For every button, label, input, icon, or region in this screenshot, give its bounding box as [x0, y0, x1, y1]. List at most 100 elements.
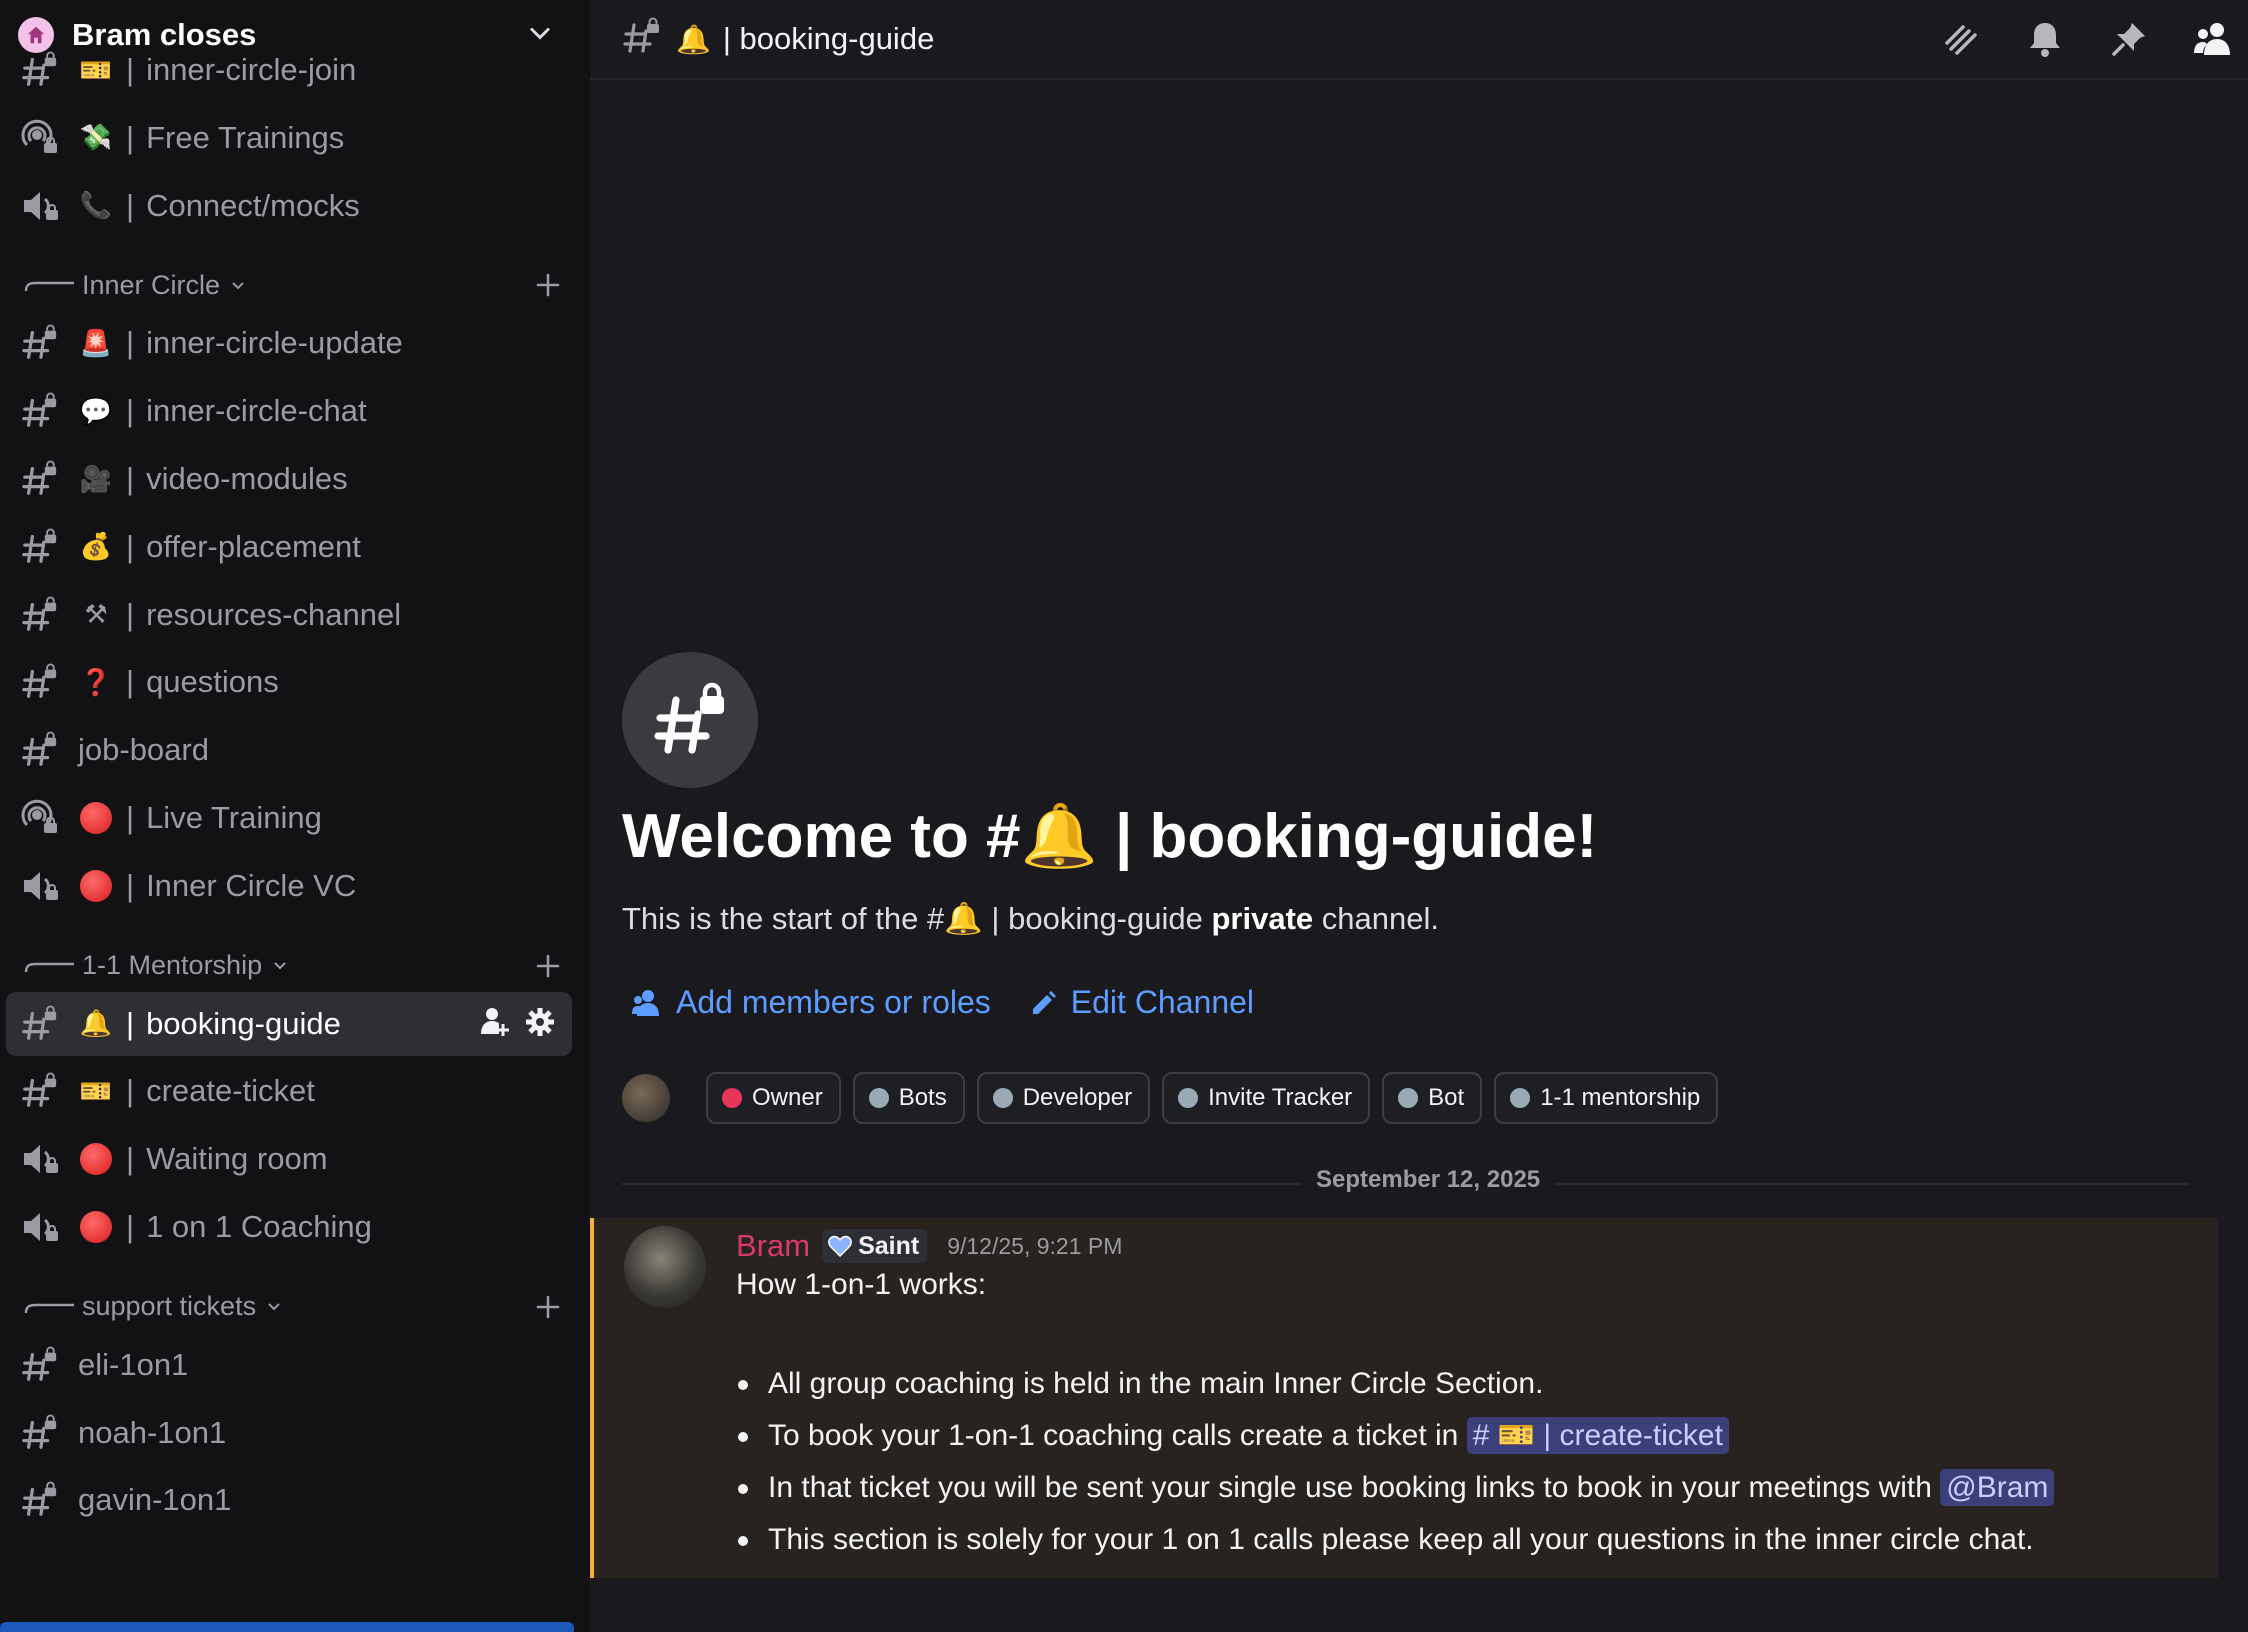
channel-questions[interactable]: ❓ | questions: [6, 650, 572, 714]
invite-member-icon[interactable]: [478, 1006, 510, 1046]
avatar[interactable]: [622, 1074, 670, 1122]
message-header: Bram Saint 9/12/25, 9:21 PM: [736, 1228, 1122, 1264]
welcome-sub-suffix: channel.: [1313, 901, 1439, 936]
list-item: All group coaching is held in the main I…: [736, 1358, 2054, 1410]
channel-label: Live Training: [146, 800, 322, 835]
channel-job-board[interactable]: job-board: [6, 718, 572, 782]
channel-inner-circle-chat[interactable]: 💬 | inner-circle-chat: [6, 379, 572, 443]
add-channel-icon[interactable]: [532, 1291, 564, 1323]
message-first-line: How 1-on-1 works:: [736, 1268, 987, 1301]
channel-label: job-board: [78, 732, 209, 768]
channel-emoji: [78, 800, 114, 836]
channel-1-on-1-coaching[interactable]: | 1 on 1 Coaching: [6, 1195, 572, 1259]
channel-label: inner-circle-update: [146, 325, 403, 361]
edit-channel-button[interactable]: Edit Channel: [1029, 984, 1254, 1021]
welcome-sub-private: private: [1211, 901, 1314, 936]
add-channel-icon[interactable]: [532, 950, 564, 982]
channel-noah-1on1[interactable]: noah-1on1: [6, 1401, 572, 1465]
category-support-tickets[interactable]: support tickets: [24, 1285, 564, 1329]
bell-icon[interactable]: [2020, 14, 2070, 64]
channel-separator: |: [126, 187, 135, 223]
channel-label: Waiting room: [146, 1141, 328, 1177]
role-name: Bot: [1428, 1084, 1465, 1111]
threads-icon[interactable]: [1936, 14, 1986, 64]
role-color-dot: [1398, 1088, 1419, 1108]
channel-free-trainings[interactable]: 💸 | Free Trainings: [6, 106, 572, 170]
channel-emoji: [78, 868, 114, 904]
add-channel-icon[interactable]: [532, 269, 564, 301]
channel-inner-circle-join[interactable]: 🎫 | inner-circle-join: [6, 38, 572, 102]
role-name: 1-1 mentorship: [1540, 1084, 1701, 1111]
hashtag-lock-icon: [18, 389, 62, 433]
avatar[interactable]: [624, 1226, 706, 1308]
channel-resources-channel[interactable]: ⚒ | resources-channel: [6, 583, 572, 647]
welcome-actions: Add members or roles Edit Channel: [632, 984, 1254, 1021]
channel-connect-mocks[interactable]: 📞 | Connect/mocks: [6, 174, 572, 238]
mention[interactable]: @Bram: [1940, 1469, 2055, 1506]
welcome-title-prefix: Welcome to #: [622, 802, 1021, 871]
mention[interactable]: # 🎫 | create-ticket: [1466, 1417, 1729, 1454]
channel-create-ticket[interactable]: 🎫 | create-ticket: [6, 1059, 572, 1123]
role-name: Bots: [898, 1084, 947, 1111]
channel-emoji: ❓: [79, 666, 113, 697]
members-icon[interactable]: [2188, 14, 2238, 64]
welcome-subtitle: This is the start of the #🔔 | booking-gu…: [622, 900, 1439, 937]
channel-video-modules[interactable]: 🎥 | video-modules: [6, 447, 572, 511]
role-chip[interactable]: 1-1 mentorship: [1494, 1072, 1719, 1124]
channel-label: offer-placement: [146, 528, 361, 564]
add-members-label: Add members or roles: [676, 984, 991, 1020]
message-timestamp: 9/12/25, 9:21 PM: [947, 1232, 1123, 1259]
channel-emoji: 🎫: [79, 1075, 113, 1106]
channel-separator: |: [126, 1141, 135, 1177]
channel-waiting-room[interactable]: | Waiting room: [6, 1127, 572, 1191]
hashtag-lock-icon: [18, 1069, 62, 1113]
channel-inner-circle-vc[interactable]: | Inner Circle VC: [6, 854, 572, 918]
channel-emoji: 📞: [79, 190, 113, 221]
channel-booking-guide[interactable]: 🔔 | booking-guide: [6, 991, 572, 1056]
role-color-dot: [722, 1088, 742, 1108]
channel-label: Free Trainings: [146, 119, 345, 155]
edit-channel-label: Edit Channel: [1070, 984, 1255, 1020]
channel-live-training[interactable]: | Live Training: [6, 786, 572, 850]
category-branch-icon: [24, 282, 74, 292]
channel-label: inner-circle-chat: [146, 393, 367, 429]
date-divider-label: September 12, 2025: [1300, 1166, 1557, 1194]
channel-offer-placement[interactable]: 💰 | offer-placement: [6, 515, 572, 579]
role-chip[interactable]: Invite Tracker: [1162, 1072, 1371, 1124]
discord-app: Bram closes 🎫 | inner-circle-join 💸 | Free Tr…: [0, 0, 2248, 1632]
gear-icon[interactable]: [524, 1006, 556, 1046]
channel-emoji: ⚒: [84, 599, 108, 630]
role-chip[interactable]: Bot: [1382, 1072, 1483, 1124]
message[interactable]: Bram Saint 9/12/25, 9:21 PM How 1-on-1 w…: [590, 1218, 2218, 1578]
message-author[interactable]: Bram: [736, 1228, 810, 1264]
channel-actions: [478, 1006, 556, 1046]
channel-eli-1on1[interactable]: eli-1on1: [6, 1333, 572, 1397]
hashtag-lock-icon: [18, 660, 62, 704]
role-color-dot: [992, 1088, 1013, 1108]
category-1-1-mentorship[interactable]: 1-1 Mentorship: [24, 944, 564, 988]
channel-separator: |: [126, 596, 135, 632]
red-circle-icon: [80, 1211, 112, 1243]
red-circle-icon: [80, 802, 112, 834]
channel-label: inner-circle-join: [146, 52, 357, 87]
welcome-title-suffix: | booking-guide!: [1097, 802, 1598, 871]
role-chip[interactable]: Bots: [852, 1072, 965, 1124]
channel-title: | booking-guide: [722, 21, 935, 56]
role-color-dot: [1510, 1088, 1531, 1108]
pin-icon[interactable]: [2104, 14, 2154, 64]
welcome-sub-prefix: This is the start of the #: [622, 901, 945, 936]
red-circle-icon: [80, 1143, 112, 1176]
channel-gavin-1on1[interactable]: gavin-1on1: [6, 1468, 572, 1532]
hashtag-lock-icon: [18, 1343, 62, 1387]
role-chip[interactable]: Developer: [976, 1072, 1151, 1124]
channel-separator: |: [126, 1005, 135, 1041]
channel-inner-circle-update[interactable]: 🚨 | inner-circle-update: [6, 311, 572, 375]
category-inner-circle[interactable]: Inner Circle: [24, 263, 564, 307]
channel-emoji: 💰: [79, 531, 113, 562]
add-members-button[interactable]: Add members or roles: [632, 984, 991, 1021]
role-chip[interactable]: Owner: [706, 1072, 841, 1124]
welcome-sub-channel: | booking-guide: [982, 901, 1212, 936]
channel-hash-lock-icon: [622, 652, 758, 788]
hashtag-lock-icon: [18, 525, 62, 569]
role-badge-label: Saint: [858, 1231, 920, 1260]
